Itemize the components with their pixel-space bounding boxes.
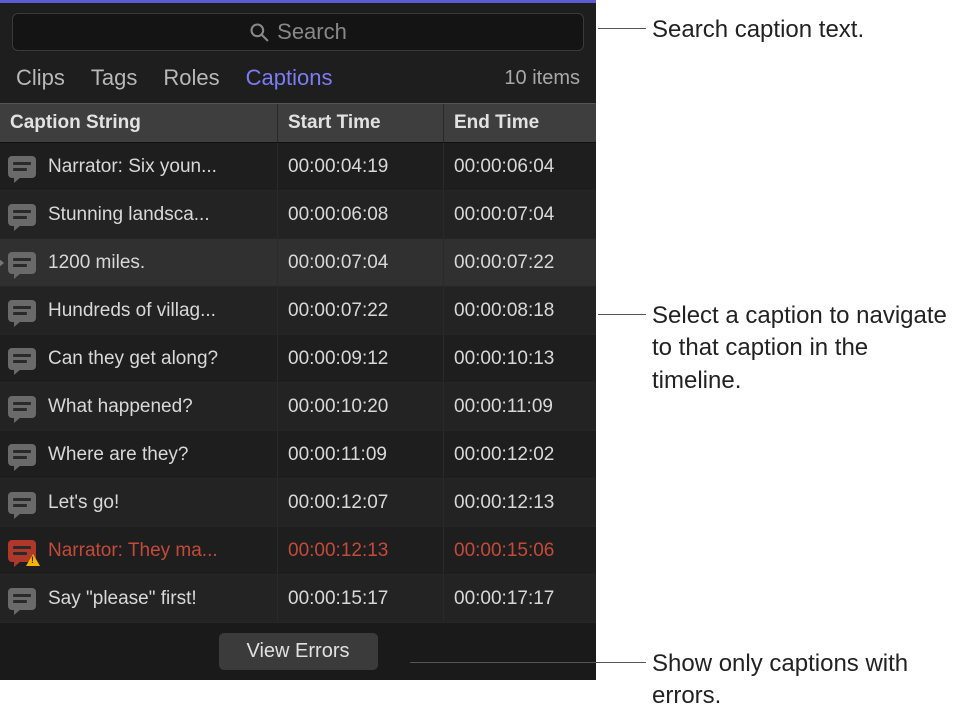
column-header-end-time[interactable]: End Time: [444, 104, 596, 142]
end-time: 00:00:07:22: [444, 239, 596, 286]
end-time: 00:00:07:04: [444, 191, 596, 238]
caption-text: Hundreds of villag...: [44, 287, 278, 334]
start-time: 00:00:12:13: [278, 527, 444, 574]
caption-text: Narrator: They ma...: [44, 527, 278, 574]
table-row[interactable]: Can they get along?00:00:09:1200:00:10:1…: [0, 335, 596, 383]
search-input[interactable]: Search: [12, 13, 584, 51]
end-time: 00:00:12:13: [444, 479, 596, 526]
end-time: 00:00:17:17: [444, 575, 596, 622]
caption-icon: [0, 444, 44, 466]
start-time: 00:00:15:17: [278, 575, 444, 622]
caption-text: Stunning landsca...: [44, 191, 278, 238]
start-time: 00:00:12:07: [278, 479, 444, 526]
start-time: 00:00:04:19: [278, 143, 444, 190]
end-time: 00:00:12:02: [444, 431, 596, 478]
table-row[interactable]: Hundreds of villag...00:00:07:2200:00:08…: [0, 287, 596, 335]
warning-badge-icon: [26, 554, 40, 566]
end-time: 00:00:06:04: [444, 143, 596, 190]
start-time: 00:00:10:20: [278, 383, 444, 430]
search-icon: [249, 22, 269, 42]
caption-icon: [0, 492, 44, 514]
table-row[interactable]: What happened?00:00:10:2000:00:11:09: [0, 383, 596, 431]
search-bar-container: Search: [0, 3, 596, 57]
tab-roles[interactable]: Roles: [163, 65, 219, 91]
panel-footer: View Errors: [0, 623, 596, 680]
start-time: 00:00:07:04: [278, 239, 444, 286]
caption-text: Let's go!: [44, 479, 278, 526]
caption-text: What happened?: [44, 383, 278, 430]
tab-tags[interactable]: Tags: [91, 65, 137, 91]
callout-search: Search caption text.: [652, 14, 864, 46]
caption-text: Can they get along?: [44, 335, 278, 382]
view-errors-button[interactable]: View Errors: [219, 633, 378, 670]
tab-captions[interactable]: Captions: [246, 65, 333, 91]
caption-icon: [0, 252, 44, 274]
callout-errors: Show only captions with errors.: [652, 648, 958, 713]
caption-icon: [0, 588, 44, 610]
item-count: 10 items: [504, 67, 580, 90]
caption-icon: [0, 300, 44, 322]
end-time: 00:00:11:09: [444, 383, 596, 430]
start-time: 00:00:06:08: [278, 191, 444, 238]
caption-icon: [0, 396, 44, 418]
caption-icon: [0, 204, 44, 226]
table-row[interactable]: Stunning landsca...00:00:06:0800:00:07:0…: [0, 191, 596, 239]
column-header-caption-string[interactable]: Caption String: [0, 104, 278, 142]
tabs: Clips Tags Roles Captions 10 items: [0, 57, 596, 103]
captions-index-panel: Search Clips Tags Roles Captions 10 item…: [0, 0, 596, 680]
caption-text: Narrator: Six youn...: [44, 143, 278, 190]
table-row[interactable]: 1200 miles.00:00:07:0400:00:07:22: [0, 239, 596, 287]
end-time: 00:00:15:06: [444, 527, 596, 574]
table-row[interactable]: Let's go!00:00:12:0700:00:12:13: [0, 479, 596, 527]
table-row[interactable]: Narrator: They ma...00:00:12:1300:00:15:…: [0, 527, 596, 575]
end-time: 00:00:10:13: [444, 335, 596, 382]
start-time: 00:00:07:22: [278, 287, 444, 334]
table-row[interactable]: Narrator: Six youn...00:00:04:1900:00:06…: [0, 143, 596, 191]
table-row[interactable]: Say "please" first!00:00:15:1700:00:17:1…: [0, 575, 596, 623]
column-header-start-time[interactable]: Start Time: [278, 104, 444, 142]
start-time: 00:00:09:12: [278, 335, 444, 382]
end-time: 00:00:08:18: [444, 287, 596, 334]
caption-text: Where are they?: [44, 431, 278, 478]
caption-icon: [0, 540, 44, 562]
search-placeholder: Search: [277, 19, 347, 45]
caption-icon: [0, 348, 44, 370]
caption-rows: Narrator: Six youn...00:00:04:1900:00:06…: [0, 143, 596, 623]
table-row[interactable]: Where are they?00:00:11:0900:00:12:02: [0, 431, 596, 479]
callout-select: Select a caption to navigate to that cap…: [652, 300, 958, 397]
table-header: Caption String Start Time End Time: [0, 103, 596, 143]
start-time: 00:00:11:09: [278, 431, 444, 478]
caption-text: Say "please" first!: [44, 575, 278, 622]
tab-clips[interactable]: Clips: [16, 65, 65, 91]
caption-icon: [0, 156, 44, 178]
caption-text: 1200 miles.: [44, 239, 278, 286]
